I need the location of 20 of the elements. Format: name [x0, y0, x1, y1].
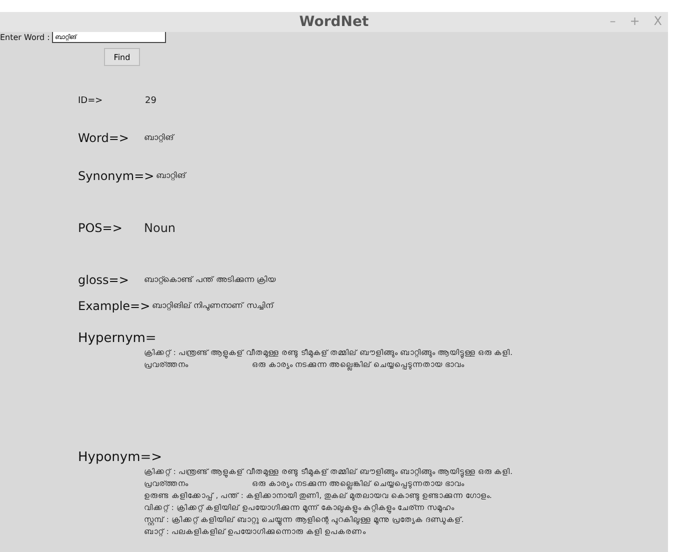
field-value: ബാറ്റിങ് [144, 133, 174, 143]
field-value: ബാറ്റിങില് നിപുണനാണ് സച്ചിന് [152, 301, 274, 311]
enter-word-label: Enter Word : [0, 32, 50, 42]
field-value: ബാറ്റ്കൊണ്ട് പന്ത് അടിക്കുന്ന ക്രിയ [144, 275, 276, 285]
field-value: 29 [145, 96, 156, 106]
field-label: Example=> [78, 299, 152, 313]
window-control[interactable]: X [654, 14, 662, 28]
window-control[interactable]: + [630, 14, 640, 28]
field-label: Synonym=> [78, 169, 156, 183]
window-control[interactable]: – [610, 14, 616, 28]
field-label: Word=> [78, 131, 130, 145]
field-label: ID=> [78, 96, 104, 106]
field-value: ബാറ്റിങ് [156, 171, 186, 181]
relation-label: Hypernym= [78, 331, 158, 346]
find-button[interactable]: Find [104, 48, 140, 66]
window-title: WordNet [299, 14, 369, 30]
relation-label: Hyponym=> [78, 450, 164, 465]
field-label: gloss=> [78, 273, 130, 287]
field-label: POS=> [78, 221, 124, 235]
field-value: Noun [144, 221, 176, 235]
